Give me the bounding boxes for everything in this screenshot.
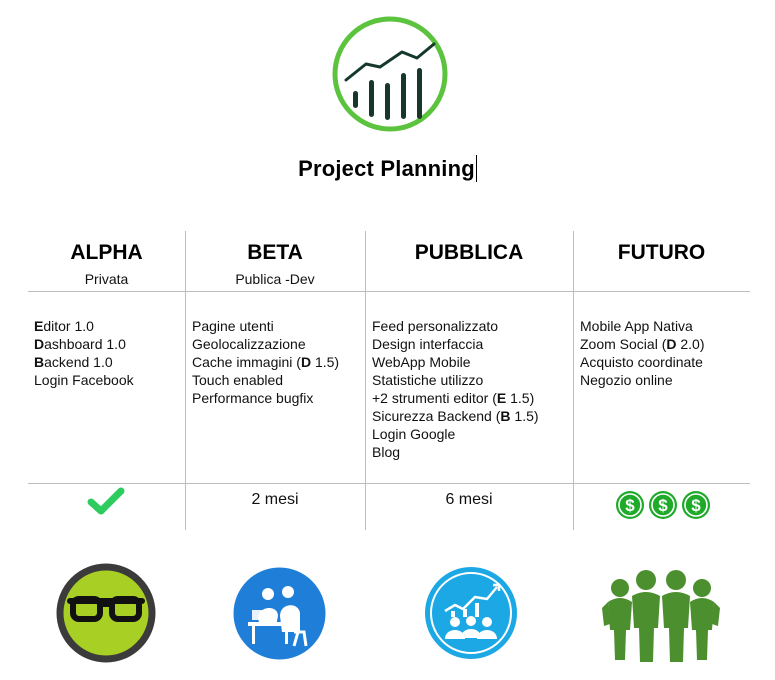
feature-item: Cache immagini (D 1.5) xyxy=(192,353,339,371)
column-subtitle: Publica -Dev xyxy=(235,271,315,287)
page-title-row: Project Planning xyxy=(0,155,775,182)
feature-item: Blog xyxy=(372,443,539,461)
feature-text: Performance bugfix xyxy=(192,390,314,406)
feature-item: Feed personalizzato xyxy=(372,317,539,335)
features-divider xyxy=(28,483,750,484)
feature-text: 2.0) xyxy=(676,336,705,352)
column-header-beta: BETA Publica -Dev xyxy=(185,231,365,287)
audience-growth-icon xyxy=(425,567,517,659)
header-divider xyxy=(28,291,750,292)
feature-text: 1.5) xyxy=(311,354,340,370)
feature-item: Backend 1.0 xyxy=(34,353,134,371)
feature-text: Sicurezza Backend ( xyxy=(372,408,501,424)
column-subtitle: Privata xyxy=(84,271,129,287)
feature-text: Acquisto coordinate xyxy=(580,354,703,370)
growth-chart-icon xyxy=(332,16,448,132)
feature-bold-text: E xyxy=(496,390,507,406)
planning-table: ALPHA Privata BETA Publica -Dev PUBBLICA… xyxy=(28,231,750,531)
people-group-icon xyxy=(602,570,720,662)
feature-list-beta: Pagine utenti Geolocalizzazione Cache imma… xyxy=(192,317,339,407)
team-at-desk-icon xyxy=(233,567,326,660)
feature-text: ditor 1.0 xyxy=(43,318,94,334)
feature-bold-text: B xyxy=(34,354,45,370)
feature-text: 1.5) xyxy=(506,390,535,406)
feature-text: ashboard 1.0 xyxy=(44,336,126,352)
feature-text: Feed personalizzato xyxy=(372,318,499,334)
feature-text: Zoom Social ( xyxy=(580,336,667,352)
feature-item: Performance bugfix xyxy=(192,389,339,407)
dollar-icon: $ xyxy=(649,491,677,519)
feature-text: +2 strumenti editor ( xyxy=(372,390,497,406)
glasses-icon xyxy=(56,563,156,663)
column-header-futuro: FUTURO xyxy=(573,231,750,266)
feature-text: ackend 1.0 xyxy=(44,354,113,370)
feature-text: Login Facebook xyxy=(34,372,134,388)
feature-text: Login Google xyxy=(372,426,456,442)
feature-text: Design interfaccia xyxy=(372,336,484,352)
feature-item: Statistiche utilizzo xyxy=(372,371,539,389)
column-header-alpha: ALPHA Privata xyxy=(28,231,185,287)
feature-bold-text: B xyxy=(500,408,511,424)
feature-item: WebApp Mobile xyxy=(372,353,539,371)
svg-text:$: $ xyxy=(691,496,701,515)
feature-bold-text: D xyxy=(666,336,677,352)
column-name: BETA xyxy=(247,241,303,264)
feature-item: Login Google xyxy=(372,425,539,443)
feature-item: Geolocalizzazione xyxy=(192,335,339,353)
feature-item: Pagine utenti xyxy=(192,317,339,335)
svg-text:$: $ xyxy=(658,496,668,515)
duration-pubblica: 6 mesi xyxy=(445,491,493,508)
feature-item: Mobile App Nativa xyxy=(580,317,705,335)
feature-bold-text: D xyxy=(34,336,45,352)
feature-item: Touch enabled xyxy=(192,371,339,389)
svg-text:$: $ xyxy=(625,496,635,515)
feature-item: Login Facebook xyxy=(34,371,134,389)
feature-text: WebApp Mobile xyxy=(372,354,471,370)
dollar-icon: $ xyxy=(616,491,644,519)
feature-list-alpha: Editor 1.0 Dashboard 1.0 Backend 1.0 Login … xyxy=(34,317,134,389)
feature-item: Editor 1.0 xyxy=(34,317,134,335)
column-divider xyxy=(573,231,574,530)
column-name: FUTURO xyxy=(617,241,706,264)
feature-text: Cache immagini ( xyxy=(192,354,301,370)
feature-text: Geolocalizzazione xyxy=(192,336,306,352)
feature-text: 1.5) xyxy=(510,408,539,424)
feature-text: Pagine utenti xyxy=(192,318,274,334)
feature-text: Touch enabled xyxy=(192,372,284,388)
page-title: Project Planning xyxy=(298,156,475,181)
duration-beta: 2 mesi xyxy=(251,491,299,508)
feature-item: Sicurezza Backend (B 1.5) xyxy=(372,407,539,425)
column-divider xyxy=(365,231,366,530)
dollar-icon: $ xyxy=(682,491,710,519)
feature-text: Statistiche utilizzo xyxy=(372,372,484,388)
text-cursor xyxy=(475,155,477,182)
check-icon xyxy=(87,487,125,515)
feature-text: Blog xyxy=(372,444,401,460)
feature-text: Negozio online xyxy=(580,372,673,388)
feature-item: Dashboard 1.0 xyxy=(34,335,134,353)
feature-bold-text: E xyxy=(34,318,44,334)
feature-item: Design interfaccia xyxy=(372,335,539,353)
feature-item: +2 strumenti editor (E 1.5) xyxy=(372,389,539,407)
column-name: PUBBLICA xyxy=(414,241,524,264)
feature-text: Mobile App Nativa xyxy=(580,318,693,334)
feature-bold-text: D xyxy=(300,354,312,370)
feature-item: Acquisto coordinate xyxy=(580,353,705,371)
feature-list-futuro: Mobile App Nativa Zoom Social (D 2.0) Acqu… xyxy=(580,317,705,389)
column-header-pubblica: PUBBLICA xyxy=(365,231,573,266)
feature-item: Zoom Social (D 2.0) xyxy=(580,335,705,353)
feature-list-pubblica: Feed personalizzato Design interfaccia Web… xyxy=(372,317,539,461)
feature-item: Negozio online xyxy=(580,371,705,389)
column-name: ALPHA xyxy=(70,241,143,264)
